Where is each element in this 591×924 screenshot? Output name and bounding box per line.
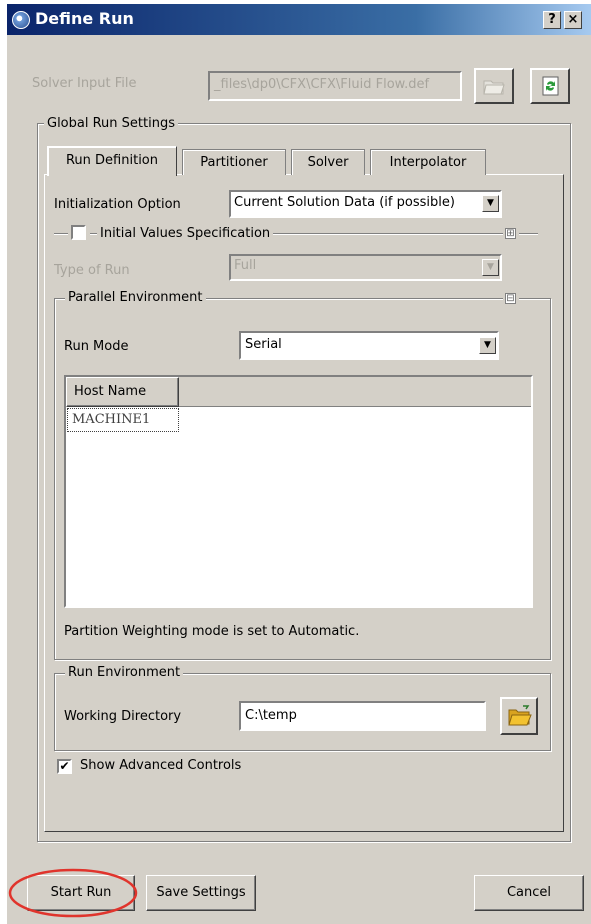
chevron-down-icon: ▼ xyxy=(482,195,499,212)
solver-input-label: Solver Input File xyxy=(32,76,137,91)
initial-values-toggle-wrap: ⊞ xyxy=(503,226,519,242)
show-advanced-checkbox[interactable]: ✔ xyxy=(57,759,72,774)
type-of-run-label: Type of Run xyxy=(54,263,130,278)
chevron-down-icon: ▼ xyxy=(482,259,499,276)
run-mode-select[interactable]: Serial ▼ xyxy=(239,331,499,360)
tab-solver[interactable]: Solver xyxy=(291,149,365,175)
partition-weighting-note: Partition Weighting mode is set to Autom… xyxy=(64,624,360,639)
run-mode-value: Serial xyxy=(245,337,282,352)
title-bar[interactable]: Define Run ? × xyxy=(7,4,591,35)
browse-file-button xyxy=(474,68,514,104)
initial-values-checkbox-wrap xyxy=(68,222,90,244)
global-run-settings-legend: Global Run Settings xyxy=(44,116,178,132)
reload-icon xyxy=(542,76,559,96)
tab-run-definition[interactable]: Run Definition xyxy=(47,146,177,176)
initial-values-label: Initial Values Specification xyxy=(97,226,274,242)
initialization-option-value: Current Solution Data (if possible) xyxy=(234,195,455,210)
show-advanced-label: Show Advanced Controls xyxy=(80,758,242,773)
highlight-ellipse xyxy=(8,868,138,918)
reload-button[interactable] xyxy=(530,68,570,104)
window-title: Define Run xyxy=(35,9,134,28)
run-mode-label: Run Mode xyxy=(64,339,129,354)
host-row-machine1[interactable]: MACHINE1 xyxy=(67,408,179,432)
folder-open-icon xyxy=(483,80,505,95)
run-environment-legend: Run Environment xyxy=(65,665,184,681)
save-settings-button[interactable]: Save Settings xyxy=(146,875,256,911)
initial-values-checkbox[interactable] xyxy=(71,225,86,240)
folder-open-icon xyxy=(508,705,532,726)
collapse-icon[interactable]: ⊟ xyxy=(505,293,516,304)
working-directory-input[interactable]: C:\temp xyxy=(239,701,486,731)
parallel-environment-toggle-wrap: ⊟ xyxy=(503,291,519,307)
parallel-environment-legend: Parallel Environment xyxy=(65,290,206,306)
solver-input-field: _files\dp0\CFX\CFX\Fluid Flow.def xyxy=(208,71,462,101)
tab-interpolator[interactable]: Interpolator xyxy=(370,149,486,175)
browse-directory-button[interactable] xyxy=(500,697,538,735)
host-name-column-header[interactable]: Host Name xyxy=(66,377,179,407)
working-directory-value: C:\temp xyxy=(245,708,297,723)
cancel-button[interactable]: Cancel xyxy=(474,875,584,911)
close-button[interactable]: × xyxy=(564,11,582,29)
app-icon xyxy=(12,11,30,29)
tab-partitioner[interactable]: Partitioner xyxy=(182,149,286,175)
initialization-option-select[interactable]: Current Solution Data (if possible) ▼ xyxy=(229,190,502,218)
solver-input-value: _files\dp0\CFX\CFX\Fluid Flow.def xyxy=(214,77,430,92)
help-button[interactable]: ? xyxy=(543,11,561,29)
host-table: Host Name MACHINE1 xyxy=(64,375,533,608)
type-of-run-select: Full ▼ xyxy=(229,254,502,281)
initialization-option-label: Initialization Option xyxy=(54,197,181,212)
expand-icon[interactable]: ⊞ xyxy=(505,228,516,239)
chevron-down-icon: ▼ xyxy=(479,337,496,354)
working-directory-label: Working Directory xyxy=(64,709,182,724)
type-of-run-value: Full xyxy=(234,258,257,273)
